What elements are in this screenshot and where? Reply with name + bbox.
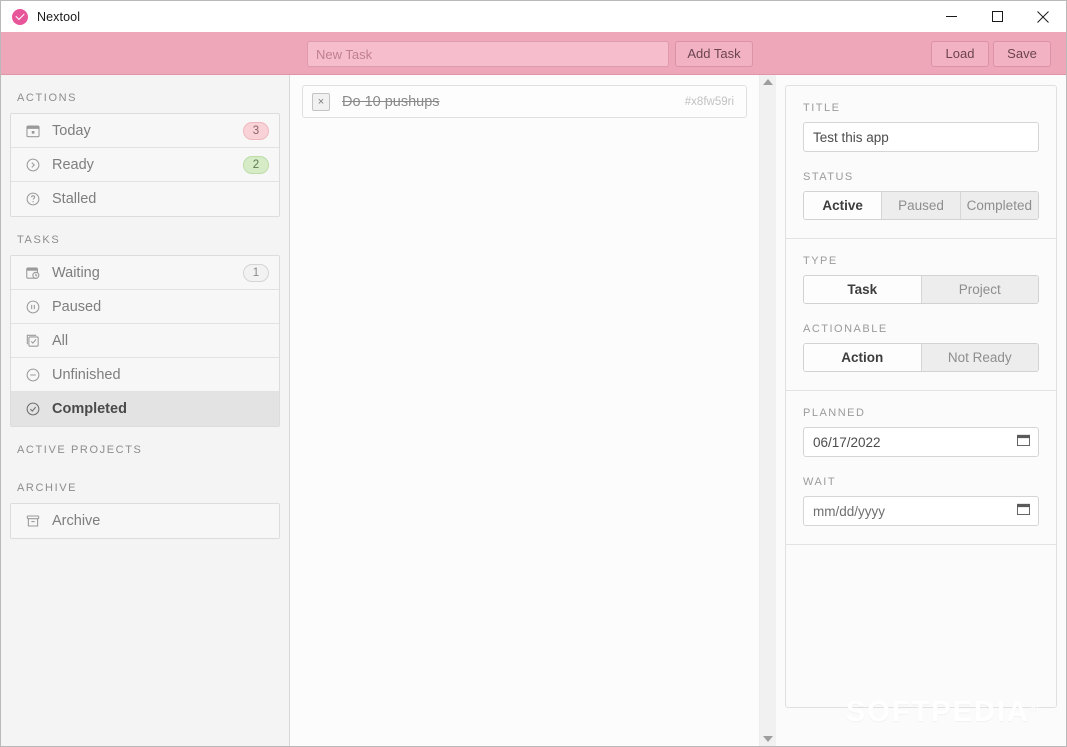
sidebar-item-label: Stalled xyxy=(52,191,97,207)
app-window: Nextool Add Task Load Save ACTIONS Today 3… xyxy=(0,0,1067,747)
scroll-up-arrow-icon[interactable] xyxy=(763,79,773,85)
sidebar: ACTIONS Today 3 Ready 2 Stalled TASKS Waiting 1 P… xyxy=(1,75,290,746)
type-segmented-control: Task Project xyxy=(803,275,1039,304)
task-row[interactable]: × Do 10 pushups #x8fw59ri xyxy=(302,85,747,118)
actionable-option-action[interactable]: Action xyxy=(804,344,922,371)
sidebar-item-unfinished[interactable]: Unfinished xyxy=(11,358,279,392)
type-option-project[interactable]: Project xyxy=(921,276,1038,303)
title-bar: Nextool xyxy=(1,1,1066,32)
detail-section-title-status: TITLE STATUS ActivePausedCompleted xyxy=(786,86,1056,239)
type-option-task[interactable]: Task xyxy=(804,276,922,303)
task-list-scrollbar[interactable] xyxy=(759,75,776,746)
sidebar-item-today[interactable]: Today 3 xyxy=(11,114,279,148)
status-option-active[interactable]: Active xyxy=(804,192,883,219)
planned-date-field xyxy=(803,427,1039,457)
sidebar-item-label: All xyxy=(52,332,69,349)
sidebar-item-completed[interactable]: Completed xyxy=(11,392,279,426)
pause-circle-icon xyxy=(24,298,41,315)
detail-section-empty xyxy=(786,545,1056,707)
sidebar-item-archive[interactable]: Archive xyxy=(11,504,279,538)
clipboard-check-icon xyxy=(24,332,41,349)
minus-circle-icon xyxy=(24,366,41,383)
sidebar-item-ready[interactable]: Ready 2 xyxy=(11,148,279,182)
sidebar-item-label: Unfinished xyxy=(52,366,121,383)
wait-date-input[interactable] xyxy=(803,496,1039,526)
detail-panel: TITLE STATUS ActivePausedCompleted TYPE … xyxy=(785,85,1057,708)
close-icon[interactable] xyxy=(1020,1,1066,32)
sidebar-item-label: Archive xyxy=(52,513,101,529)
maximize-icon[interactable] xyxy=(974,1,1020,32)
window-controls xyxy=(928,1,1066,32)
detail-section-type-actionable: TYPE Task Project ACTIONABLE Action Not Re… xyxy=(786,239,1056,391)
sidebar-section-label: TASKS xyxy=(17,234,61,246)
sidebar-item-label: Completed xyxy=(52,401,127,417)
sidebar-item-label: Today xyxy=(52,122,91,139)
save-button[interactable]: Save xyxy=(993,41,1051,67)
task-complete-checkbox[interactable]: × xyxy=(312,92,330,111)
status-segmented-control: Active Paused Completed xyxy=(803,191,1039,220)
sidebar-item-waiting[interactable]: Waiting 1 xyxy=(11,256,279,290)
detail-panel-area: TITLE STATUS ActivePausedCompleted TYPE … xyxy=(776,75,1066,746)
sidebar-item-badge: 1 xyxy=(243,263,269,282)
sidebar-item-label: Paused xyxy=(52,298,102,315)
status-option-completed[interactable]: Completed xyxy=(960,192,1038,219)
task-title: Do 10 pushups xyxy=(342,93,440,110)
calendar-icon xyxy=(24,122,41,139)
planned-date-input[interactable] xyxy=(803,427,1039,457)
archive-icon xyxy=(24,513,41,530)
task-list-area: × Do 10 pushups #x8fw59ri xyxy=(290,75,776,746)
add-task-button[interactable]: Add Task xyxy=(675,41,753,67)
sidebar-item-paused[interactable]: Paused xyxy=(11,290,279,324)
sidebar-group: Archive xyxy=(10,503,280,539)
type-field-label: TYPE xyxy=(803,255,838,267)
new-task-input[interactable] xyxy=(307,41,669,67)
actionable-field-label: ACTIONABLE xyxy=(803,323,888,335)
planned-field-label: PLANNED xyxy=(803,407,866,419)
sidebar-group: Today 3 Ready 2 Stalled xyxy=(10,113,280,217)
app-title: Nextool xyxy=(37,9,81,24)
sidebar-section-label: ARCHIVE xyxy=(17,482,78,494)
check-circle-icon xyxy=(12,8,28,25)
title-input[interactable] xyxy=(803,122,1039,152)
load-button[interactable]: Load xyxy=(931,41,989,67)
question-circle-icon xyxy=(24,191,41,208)
sidebar-item-badge: 2 xyxy=(243,155,269,174)
sidebar-item-stalled[interactable]: Stalled xyxy=(11,182,279,216)
sidebar-group: Waiting 1 Paused All Unfinished Completed xyxy=(10,255,280,427)
title-bar-left: Nextool xyxy=(1,8,81,25)
check-circle-icon xyxy=(24,401,41,418)
wait-date-field xyxy=(803,496,1039,526)
calendar-clock-icon xyxy=(24,264,41,281)
status-option-paused[interactable]: Paused xyxy=(882,192,961,219)
sidebar-item-label: Waiting xyxy=(52,264,100,281)
sidebar-item-badge: 3 xyxy=(243,121,269,140)
main-body: ACTIONS Today 3 Ready 2 Stalled TASKS Waiting 1 P… xyxy=(1,75,1066,746)
actionable-segmented-control: Action Not Ready xyxy=(803,343,1039,372)
wait-field-label: WAIT xyxy=(803,476,837,488)
sidebar-item-all[interactable]: All xyxy=(11,324,279,358)
title-field-label: TITLE xyxy=(803,102,841,114)
task-id: #x8fw59ri xyxy=(684,95,734,108)
toolbar: Add Task Load Save xyxy=(1,32,1066,75)
status-field-label: STATUS xyxy=(803,171,854,183)
circle-chevron-right-icon xyxy=(24,156,41,173)
sidebar-item-label: Ready xyxy=(52,156,94,173)
detail-section-dates: PLANNED WAIT xyxy=(786,391,1056,545)
actionable-option-not-ready[interactable]: Not Ready xyxy=(921,344,1038,371)
sidebar-section-label: ACTIVE PROJECTS xyxy=(17,444,143,456)
scroll-down-arrow-icon[interactable] xyxy=(763,736,773,742)
minimize-icon[interactable] xyxy=(928,1,974,32)
task-list: × Do 10 pushups #x8fw59ri xyxy=(290,75,759,746)
sidebar-section-label: ACTIONS xyxy=(17,92,78,104)
